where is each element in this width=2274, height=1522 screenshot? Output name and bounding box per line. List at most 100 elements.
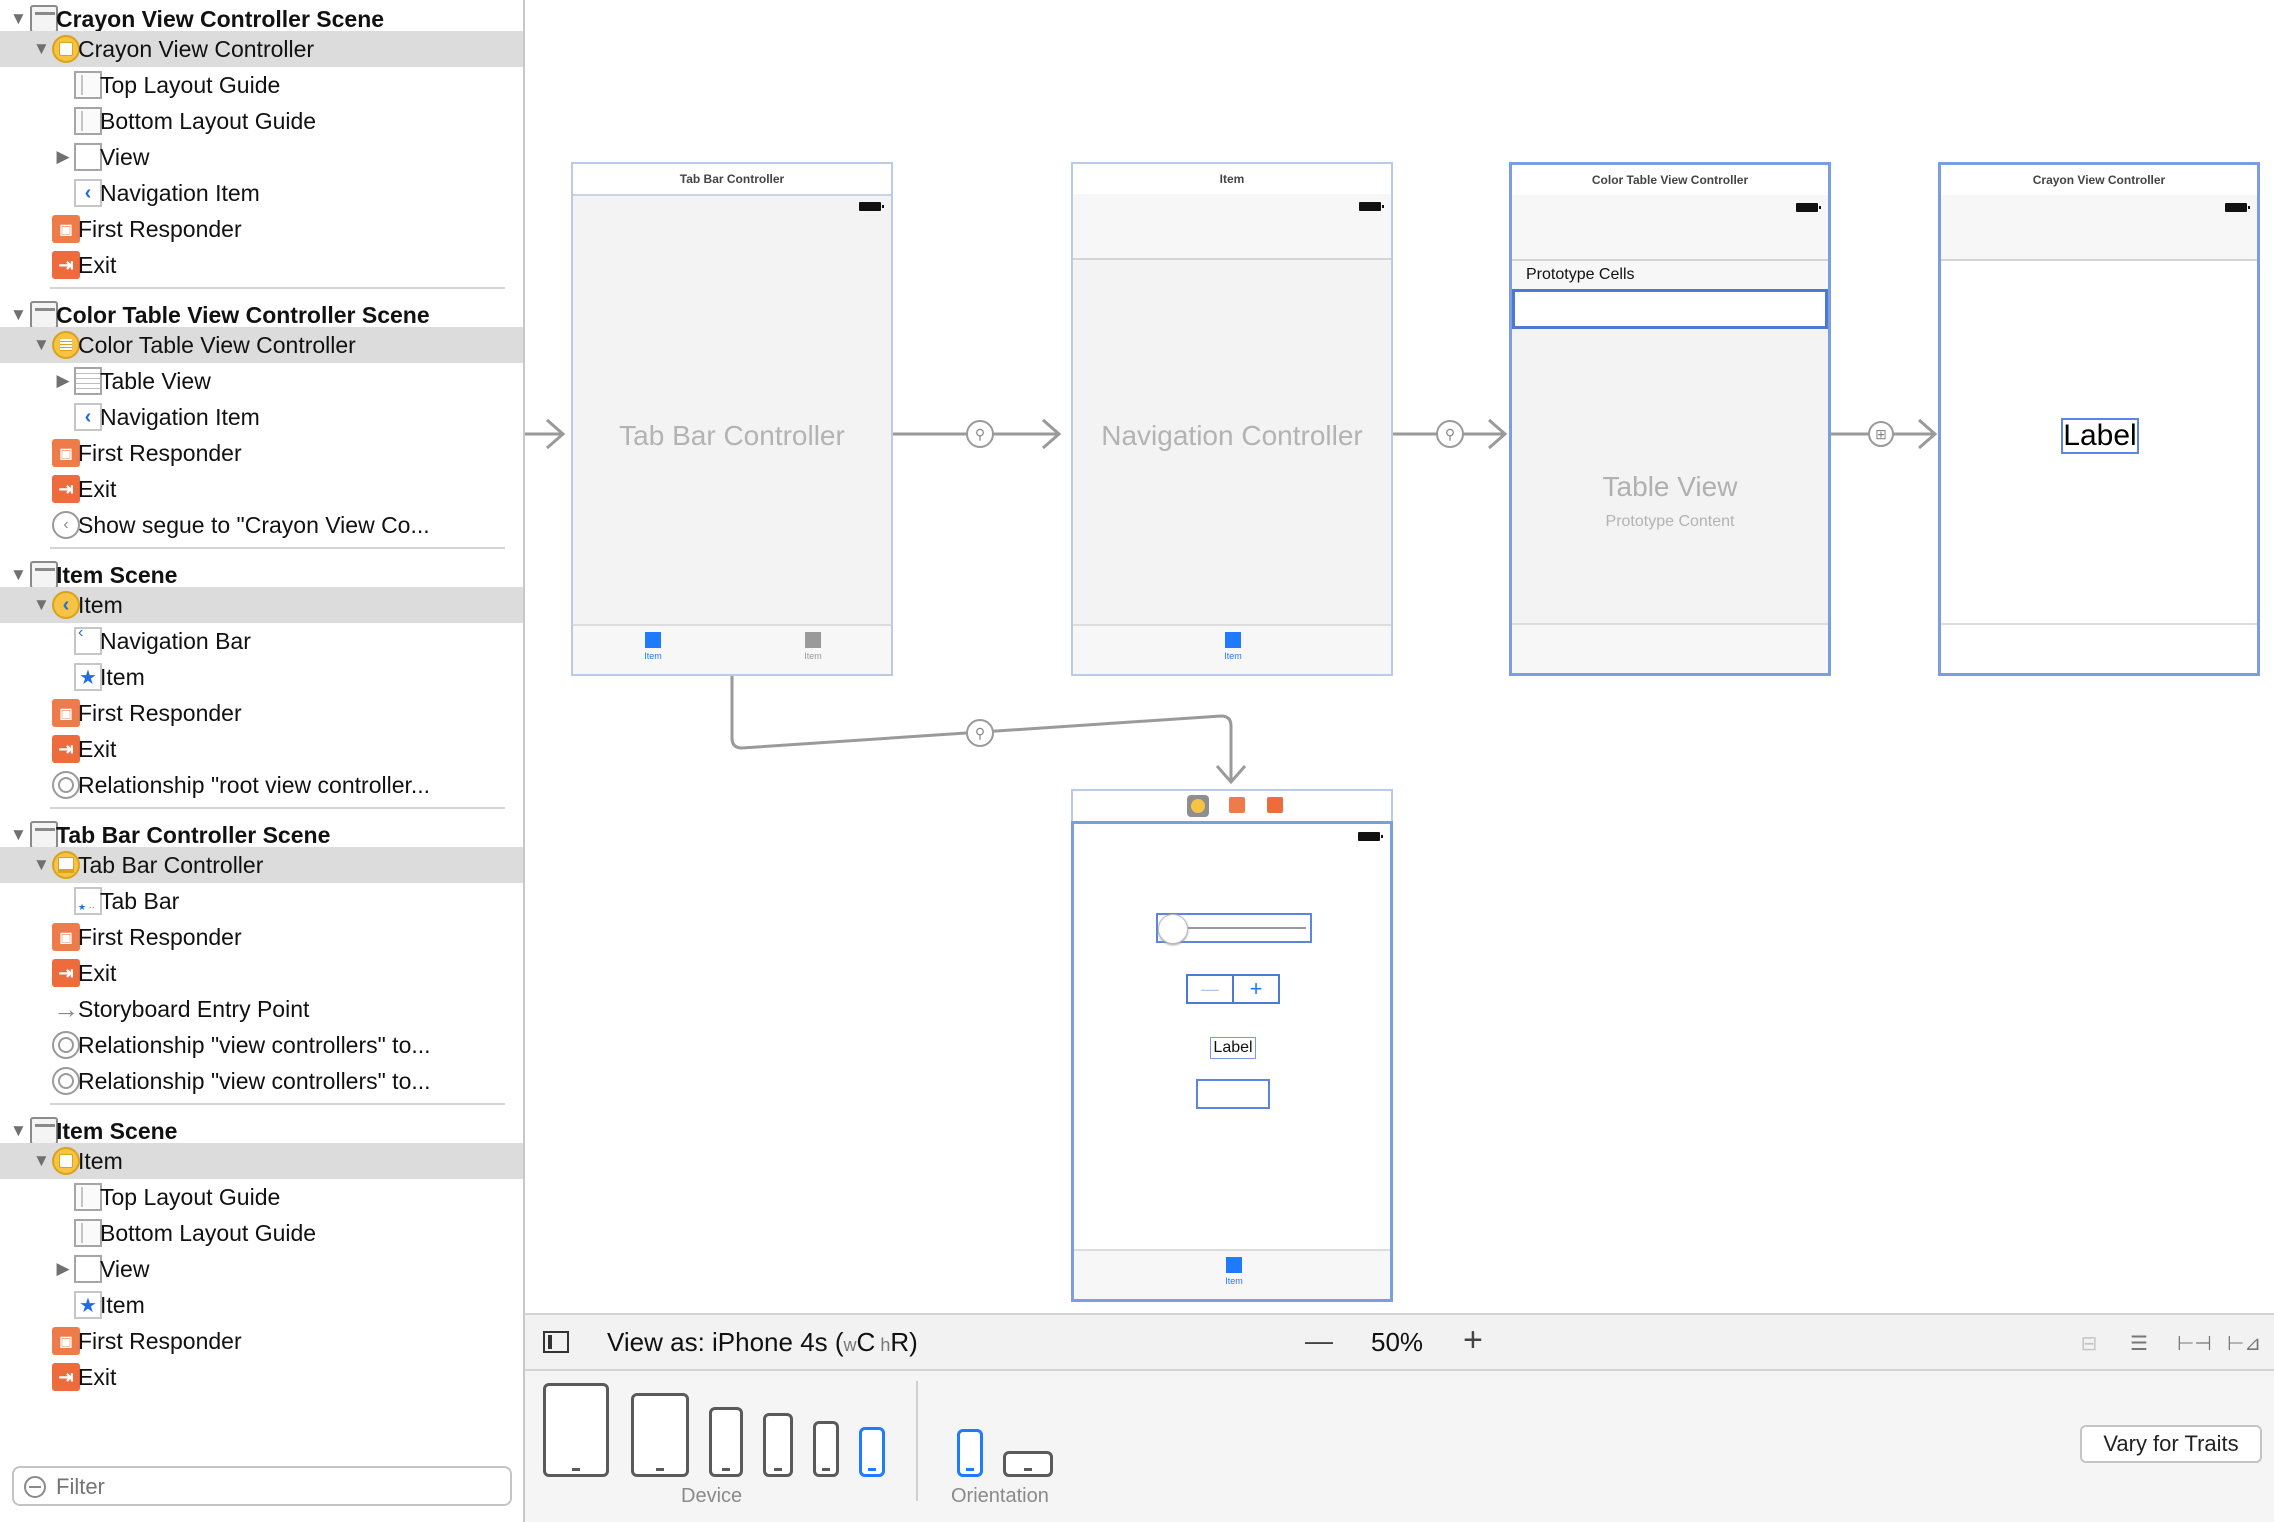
slider-thumb[interactable] [1158, 914, 1188, 944]
outline-row[interactable]: Top Layout Guide [0, 67, 523, 103]
outline-row[interactable]: ▼ Tab Bar Controller [0, 847, 523, 883]
outline-row[interactable]: Tab Bar [0, 883, 523, 919]
crayon-label[interactable]: Label [2061, 418, 2139, 454]
outline-row[interactable]: Top Layout Guide [0, 1179, 523, 1215]
zoom-in-button[interactable]: + [1463, 1321, 1483, 1360]
tab-item[interactable]: Item [1213, 632, 1253, 661]
disclosure-expanded-icon[interactable]: ▼ [33, 336, 50, 353]
disclosure-expanded-icon[interactable]: ▼ [10, 1122, 27, 1139]
outline-row[interactable]: ▣ First Responder [0, 695, 523, 731]
navigation-bar[interactable] [1941, 195, 2257, 261]
color-table-view-controller-scene[interactable]: Color Table View Controller Prototype Ce… [1509, 162, 1831, 676]
outline-row[interactable]: ★ Item [0, 1287, 523, 1323]
disclosure-expanded-icon[interactable]: ▼ [10, 306, 27, 323]
iphone-device-icon[interactable] [763, 1413, 793, 1477]
disclosure-expanded-icon[interactable]: ▼ [33, 596, 50, 613]
outline-row[interactable]: Bottom Layout Guide [0, 1215, 523, 1251]
disclosure-expanded-icon[interactable]: ▼ [33, 1152, 50, 1169]
outline-row[interactable]: ⇥ Exit [0, 1359, 523, 1395]
iphone-4s-device-icon[interactable] [859, 1427, 885, 1477]
outline-row[interactable]: ‹ Navigation Item [0, 399, 523, 435]
outline-row[interactable]: ▣ First Responder [0, 435, 523, 471]
scene-title[interactable]: Color Table View Controller [1512, 165, 1828, 197]
tab-bar[interactable]: Item [1074, 1249, 1390, 1299]
embed-in-stack-icon[interactable]: ⊟ [2075, 1333, 2103, 1355]
outline-row[interactable]: Relationship "view controllers" to... [0, 1027, 523, 1063]
outline-row[interactable]: Relationship "view controllers" to... [0, 1063, 523, 1099]
tab-item[interactable]: Item [1214, 1257, 1254, 1286]
disclosure-expanded-icon[interactable]: ▼ [10, 566, 27, 583]
disclosure-collapsed-icon[interactable]: ▶ [55, 1260, 71, 1277]
navigation-controller-scene[interactable]: Item Navigation Controller Item [1071, 162, 1393, 676]
outline-row[interactable]: ⇥ Exit [0, 731, 523, 767]
iphone-plus-device-icon[interactable] [709, 1407, 743, 1477]
outline-row[interactable]: ‹ Show segue to "Crayon View Co... [0, 507, 523, 543]
outline-row[interactable]: ▶ View [0, 139, 523, 175]
outline-row[interactable]: ▣ First Responder [0, 1323, 523, 1359]
zoom-out-button[interactable]: — [1305, 1325, 1333, 1357]
item-label[interactable]: Label [1210, 1037, 1256, 1059]
align-icon[interactable]: ⊢⊣ [2177, 1333, 2212, 1355]
relationship-segue-icon[interactable]: ⚲ [966, 420, 994, 448]
pin-icon[interactable]: ⊢⊿ [2227, 1333, 2261, 1355]
disclosure-expanded-icon[interactable]: ▼ [10, 10, 27, 27]
relationship-segue-icon[interactable]: ⚲ [966, 719, 994, 747]
outline-row[interactable]: ⇥ Exit [0, 471, 523, 507]
stack-icon[interactable]: ☰ [2125, 1333, 2153, 1355]
navigation-bar[interactable] [1073, 194, 1391, 260]
prototype-cell[interactable] [1512, 289, 1828, 329]
filter-input[interactable] [54, 1472, 498, 1502]
outline-row[interactable]: ▣ First Responder [0, 211, 523, 247]
stepper-minus-button[interactable]: — [1188, 976, 1234, 1002]
ipad-pro-large-device-icon[interactable] [543, 1383, 609, 1477]
outline-row[interactable]: Navigation Bar [0, 623, 523, 659]
toggle-outline-icon[interactable] [543, 1331, 569, 1353]
tab-bar-controller-scene[interactable]: Tab Bar Controller Tab Bar Controller It… [571, 162, 893, 676]
view-as-label[interactable]: View as: iPhone 4s (wC hR) [607, 1327, 918, 1358]
tab-bar[interactable]: Item [1073, 624, 1391, 674]
exit-dock-icon[interactable] [1267, 797, 1283, 813]
disclosure-expanded-icon[interactable]: ▼ [33, 40, 50, 57]
stepper[interactable]: — + [1186, 974, 1280, 1004]
outline-row[interactable]: ▼ Item [0, 1143, 523, 1179]
portrait-orientation-icon[interactable] [957, 1429, 983, 1477]
tab-item[interactable]: Item [793, 632, 833, 661]
tab-item[interactable]: Item [633, 632, 673, 661]
outline-row[interactable]: Bottom Layout Guide [0, 103, 523, 139]
slider[interactable] [1156, 913, 1312, 944]
iphone-se-device-icon[interactable] [813, 1421, 839, 1477]
tab-bar[interactable] [1941, 623, 2257, 673]
outline-row[interactable]: ▼ Color Table View Controller [0, 327, 523, 363]
outline-row[interactable]: ▶ Table View [0, 363, 523, 399]
outline-row[interactable]: ‹ Navigation Item [0, 175, 523, 211]
scene-title[interactable]: Tab Bar Controller [573, 164, 891, 196]
first-responder-dock-icon[interactable] [1229, 797, 1245, 813]
outline-row[interactable]: Relationship "root view controller... [0, 767, 523, 803]
outline-row[interactable]: ⇥ Exit [0, 247, 523, 283]
tab-bar[interactable]: Item Item [573, 624, 891, 674]
color-view[interactable] [1196, 1079, 1270, 1109]
ipad-device-icon[interactable] [631, 1393, 689, 1477]
navigation-bar[interactable] [1512, 195, 1828, 261]
vary-for-traits-button[interactable]: Vary for Traits [2080, 1425, 2262, 1463]
scene-title[interactable]: Crayon View Controller [1941, 165, 2257, 197]
disclosure-expanded-icon[interactable]: ▼ [33, 856, 50, 873]
disclosure-expanded-icon[interactable]: ▼ [10, 826, 27, 843]
crayon-view-controller-scene[interactable]: Crayon View Controller Label [1938, 162, 2260, 676]
outline-row[interactable]: ★ Item [0, 659, 523, 695]
landscape-orientation-icon[interactable] [1003, 1451, 1053, 1477]
outline-row[interactable]: ▼ ‹ Item [0, 587, 523, 623]
outline-row[interactable]: ▼ Crayon View Controller [0, 31, 523, 67]
scene-title[interactable]: Item [1073, 164, 1391, 196]
item-view-controller-scene[interactable]: — + Label Item [1071, 821, 1393, 1302]
outline-row[interactable]: ▣ First Responder [0, 919, 523, 955]
view-controller-dock-icon[interactable] [1187, 795, 1209, 817]
scene-dock[interactable] [1071, 789, 1393, 821]
stepper-plus-button[interactable]: + [1234, 976, 1278, 1002]
disclosure-collapsed-icon[interactable]: ▶ [55, 372, 71, 389]
outline-row[interactable]: ▶ View [0, 1251, 523, 1287]
outline-row[interactable]: ⇥ Exit [0, 955, 523, 991]
relationship-segue-icon[interactable]: ⚲ [1436, 420, 1464, 448]
disclosure-collapsed-icon[interactable]: ▶ [55, 148, 71, 165]
tab-bar[interactable] [1512, 623, 1828, 673]
